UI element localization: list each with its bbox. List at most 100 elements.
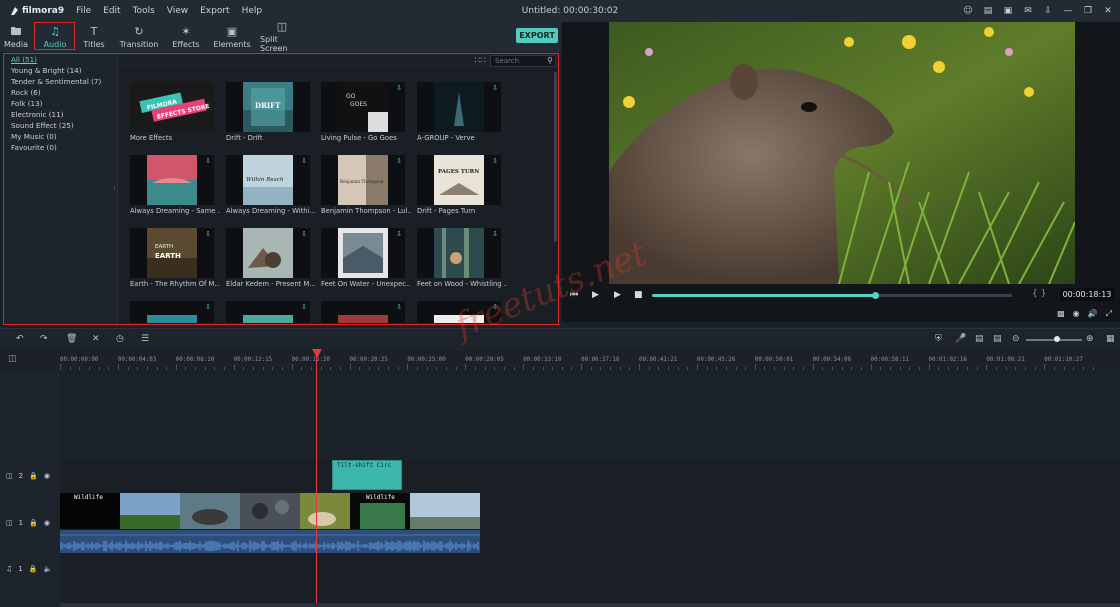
tab-titles[interactable]: T Titles [82,22,106,52]
delete-icon[interactable]: 🗑 [66,334,77,344]
library-item-thumb[interactable]: DRIFT [226,82,310,132]
adjust-icon[interactable]: ☰ [141,334,149,344]
mark-in-out[interactable]: { } [1032,289,1046,299]
tab-split-screen[interactable]: ◫ Split Screen [260,21,304,54]
download-icon[interactable]: ⇩ [301,230,307,238]
shield-icon[interactable]: ⛨ [935,334,942,344]
effect-clip[interactable]: Tilt-shift Circ [332,460,402,490]
tab-transition[interactable]: ↻ Transition [120,22,159,52]
download-icon[interactable]: ⇩ [396,303,402,311]
restore-icon[interactable]: ❐ [1082,5,1094,17]
category-rock[interactable]: Rock (6) [4,87,117,98]
library-item-thumb[interactable]: Within Reach ⇩ [226,155,310,205]
export-button[interactable]: EXPORT [516,28,558,43]
menu-export[interactable]: Export [200,6,229,16]
track-row-video-2[interactable] [60,460,1120,494]
library-item-thumb[interactable]: EARTH EARTH ⇩ [130,228,214,278]
download-icon[interactable]: ⇩ [301,303,307,311]
undo-icon[interactable]: ↶ [16,334,24,344]
timeline-settings-icon[interactable]: ▦ [1106,334,1115,344]
category-all[interactable]: All (51) [4,54,117,65]
minimize-icon[interactable]: — [1062,5,1074,17]
library-item-thumb[interactable]: ⇩ [226,301,310,323]
preview-video[interactable] [609,22,1075,284]
timeline-ruler[interactable]: ◫ 00:00:00:00 00:00:04:03 00:00:08:10 00:00… [0,350,1120,372]
lock-icon[interactable]: 🔒 [29,565,38,573]
library-item-thumb[interactable]: ⇩ [417,228,501,278]
menu-file[interactable]: File [76,6,91,16]
close-icon[interactable]: ✕ [1102,5,1114,17]
library-item-thumb[interactable]: ⇩ [321,228,405,278]
lock-icon[interactable]: 🔒 [29,472,38,480]
library-item-thumb[interactable]: ⇩ [130,301,214,323]
download-icon[interactable]: ⇩ [396,157,402,165]
play-icon[interactable]: ▶ [614,290,621,300]
track-row-audio-1[interactable] [60,553,1120,604]
playhead-handle[interactable] [312,349,322,358]
speaker-icon[interactable]: 🔈 [43,565,52,573]
library-item-thumb[interactable]: Benjamin Thompson ⇩ [321,155,405,205]
download-icon[interactable]: ⇩ [396,84,402,92]
account-icon[interactable]: ☺ [962,5,974,17]
search-input[interactable]: Search ⚲ [490,55,556,67]
timeline-scrollbar[interactable] [60,603,1120,607]
download-icon[interactable]: ⇩ [1042,5,1054,17]
menu-view[interactable]: View [167,6,188,16]
cart-icon[interactable]: ▤ [982,5,994,17]
playback-progress[interactable] [652,292,1012,299]
tab-elements[interactable]: ▣ Elements [213,22,250,52]
library-item-thumb[interactable]: ⇩ [321,301,405,323]
progress-knob[interactable] [872,292,880,299]
menu-edit[interactable]: Edit [103,6,120,16]
category-young-bright[interactable]: Young & Bright (14) [4,65,117,76]
microphone-icon[interactable]: 🎤 [955,334,966,344]
category-sound-effect[interactable]: Sound Effect (25) [4,120,117,131]
zoom-out-icon[interactable]: ⊝ [1012,334,1020,344]
download-icon[interactable]: ⇩ [301,157,307,165]
download-icon[interactable]: ⇩ [205,157,211,165]
library-scrollbar[interactable] [554,72,557,242]
tab-effects[interactable]: ✶ Effects [172,22,200,52]
category-electronic[interactable]: Electronic (11) [4,109,117,120]
track-row-empty[interactable] [60,372,1120,461]
tab-media[interactable]: 🖿 Media [4,22,28,52]
collapse-sidebar-icon[interactable]: ‹ [113,184,116,192]
library-item-thumb[interactable]: ⇩ [417,82,501,132]
fullscreen-icon[interactable]: ⤢ [1106,309,1112,319]
eye-icon[interactable]: ◉ [44,472,50,480]
zoom-knob[interactable] [1053,336,1060,342]
speed-icon[interactable]: ◷ [116,334,124,344]
add-track-icon[interactable]: ◫ [8,354,17,364]
library-item-thumb[interactable]: ⇩ [226,228,310,278]
video-clip[interactable]: Wildlife Wildlife [60,493,480,529]
stop-icon[interactable]: ■ [634,290,643,300]
download-icon[interactable]: ⇩ [205,230,211,238]
redo-icon[interactable]: ↷ [40,334,48,344]
gift-icon[interactable]: ▣ [1002,5,1014,17]
menu-tools[interactable]: Tools [133,6,155,16]
zoom-in-icon[interactable]: ⊕ [1086,334,1094,344]
library-item-thumb[interactable]: ⇩ [130,155,214,205]
download-icon[interactable]: ⇩ [492,230,498,238]
snapshot-icon[interactable]: ◉ [1073,309,1080,319]
download-icon[interactable]: ⇩ [205,303,211,311]
audio-waveform-clip[interactable] [60,530,480,553]
library-item-thumb[interactable]: PAGES TURN ⇩ [417,155,501,205]
grid-view-icon[interactable]: ∷∷ [475,56,486,66]
category-my-music[interactable]: My Music (0) [4,131,117,142]
display-settings-icon[interactable]: ▩ [1057,309,1065,319]
download-icon[interactable]: ⇩ [492,84,498,92]
eye-icon[interactable]: ◉ [44,519,50,527]
cut-icon[interactable]: ✕ [92,334,100,344]
library-item-thumb[interactable]: GO GOES ⇩ [321,82,405,132]
mail-icon[interactable]: ✉ [1022,5,1034,17]
category-tender-sentimental[interactable]: Tender & Sentimental (7) [4,76,117,87]
download-icon[interactable]: ⇩ [492,157,498,165]
mixer-icon[interactable]: ▤ [975,334,984,344]
menu-help[interactable]: Help [242,6,263,16]
snap-icon[interactable]: ▤ [993,334,1002,344]
category-folk[interactable]: Folk (13) [4,98,117,109]
search-icon[interactable]: ⚲ [547,56,553,66]
library-item-thumb[interactable]: FILMORA EFFECTS STORE [130,82,214,132]
playhead-line[interactable] [316,350,317,607]
